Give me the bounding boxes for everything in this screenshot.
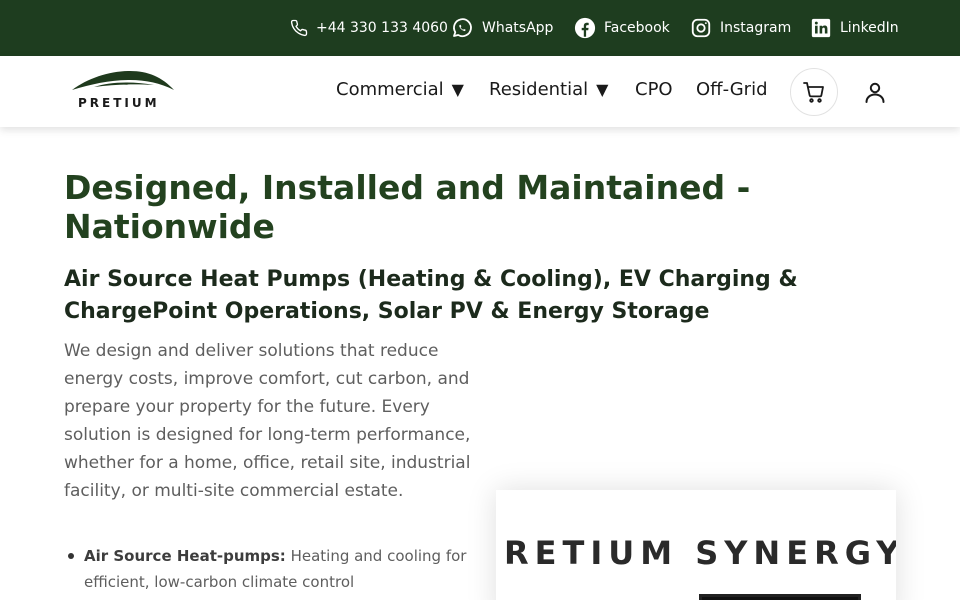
- logo-wordmark: PRETIUM: [78, 96, 160, 110]
- instagram-label: Instagram: [720, 20, 792, 36]
- phone-icon: [290, 19, 308, 37]
- promo-brand-text: RETIUM SYNERGY: [504, 534, 896, 572]
- linkedin-icon: [811, 18, 831, 38]
- page-subtitle: Air Source Heat Pumps (Heating & Cooling…: [64, 267, 798, 324]
- phone-number: +44 330 133 4060: [316, 20, 448, 36]
- nav-commercial-label: Commercial: [336, 79, 444, 100]
- facebook-link[interactable]: Facebook: [574, 16, 670, 40]
- list-item: Air Source Heat-pumps: Heating and cooli…: [64, 543, 474, 595]
- caret-down-icon: ▼: [451, 80, 464, 99]
- nav-off-grid[interactable]: Off-Grid: [696, 79, 768, 100]
- caret-down-icon: ▼: [596, 80, 609, 99]
- user-icon: [865, 82, 885, 103]
- linkedin-label: LinkedIn: [840, 20, 899, 36]
- whatsapp-link[interactable]: WhatsApp: [450, 16, 553, 40]
- nav-residential[interactable]: Residential ▼: [489, 79, 608, 100]
- brand-logo[interactable]: PRETIUM: [70, 68, 176, 114]
- whatsapp-label: WhatsApp: [482, 20, 554, 36]
- promo-device-screen: [699, 594, 861, 600]
- facebook-label: Facebook: [604, 20, 670, 36]
- list-item-label: Air Source Heat-pumps:: [84, 547, 286, 565]
- instagram-icon: [691, 18, 711, 38]
- main-header: PRETIUM Commercial ▼ Residential ▼ CPO O…: [0, 56, 960, 127]
- nav-off-grid-label: Off-Grid: [696, 79, 768, 100]
- nav-cpo[interactable]: CPO: [635, 79, 673, 100]
- logo-car-swoosh-icon: [72, 71, 174, 90]
- whatsapp-icon: [453, 18, 472, 38]
- account-button[interactable]: [862, 79, 888, 105]
- cart-icon: [803, 82, 824, 103]
- promo-image-card: RETIUM SYNERGY: [496, 490, 896, 600]
- instagram-link[interactable]: Instagram: [690, 16, 791, 40]
- intro-paragraph: We design and deliver solutions that red…: [64, 341, 471, 501]
- phone-link[interactable]: +44 330 133 4060: [290, 16, 448, 40]
- cart-button[interactable]: [790, 68, 838, 116]
- page-title: Designed, Installed and Maintained - Nat…: [64, 168, 751, 246]
- nav-commercial[interactable]: Commercial ▼: [336, 79, 464, 100]
- nav-residential-label: Residential: [489, 79, 589, 100]
- facebook-icon: [574, 17, 596, 39]
- nav-cpo-label: CPO: [635, 79, 673, 100]
- linkedin-link[interactable]: LinkedIn: [810, 16, 899, 40]
- top-contact-bar: +44 330 133 4060 WhatsApp Facebook Insta…: [0, 0, 960, 56]
- services-list: Air Source Heat-pumps: Heating and cooli…: [64, 543, 474, 595]
